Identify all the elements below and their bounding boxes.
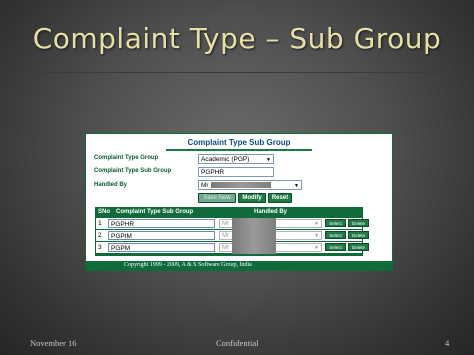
app-panel: Complaint Type Sub Group Complaint Type … — [85, 133, 393, 271]
slide-footer-date: November 16 — [30, 338, 77, 348]
save-new-button[interactable]: Save New — [198, 193, 236, 203]
row-select-button[interactable]: Select — [325, 219, 346, 227]
handled-by-select[interactable]: Mr ▼ — [198, 180, 302, 190]
title-divider — [34, 72, 440, 73]
table-row: 1 PGPHR Mr ▼ Select Delete — [96, 217, 369, 229]
table-row: 3 PGPM Mr ▼ Select Delete — [96, 241, 369, 253]
table-header: SNo Complaint Type Sub Group Handled By — [96, 208, 362, 217]
chevron-down-icon: ▼ — [266, 157, 271, 163]
modify-button[interactable]: Modify — [238, 193, 266, 203]
redacted-name-mask — [232, 218, 276, 254]
complaint-type-sub-group-label: Complaint Type Sub Group — [94, 168, 172, 174]
row-sub-group-input[interactable]: PGPM — [108, 243, 215, 252]
redacted-name-mask — [211, 182, 271, 188]
app-title: Complaint Type Sub Group — [187, 138, 291, 147]
complaint-type-group-label: Complaint Type Group — [94, 155, 159, 161]
chevron-down-icon: ▼ — [314, 233, 319, 239]
complaint-type-group-value: Academic (PGP) — [201, 156, 250, 163]
chevron-down-icon: ▼ — [294, 183, 299, 189]
row-sub-group-input[interactable]: PGPHR — [108, 219, 215, 228]
row-sno: 3 — [98, 244, 102, 251]
header-sub-group: Complaint Type Sub Group — [116, 209, 194, 215]
row-sub-group-input[interactable]: PGPIM — [108, 231, 215, 240]
row-select-button[interactable]: Select — [325, 231, 346, 239]
row-sno: 1 — [98, 220, 102, 227]
header-sno: SNo — [98, 209, 110, 215]
row-delete-button[interactable]: Delete — [348, 231, 369, 239]
row-handled-by-value: Mr — [222, 221, 229, 227]
row-handled-by-value: Mr — [222, 245, 229, 251]
header-handled-by: Handled By — [254, 209, 288, 215]
row-select-button[interactable]: Select — [325, 243, 346, 251]
app-title-underline — [166, 149, 312, 151]
row-delete-button[interactable]: Delete — [348, 243, 369, 251]
slide-title: Complaint Type – Sub Group — [32, 22, 442, 55]
reset-button[interactable]: Reset — [268, 193, 292, 203]
slide-footer-confidential: Confidential — [216, 338, 259, 348]
table-row: 2 PGPIM Mr ▼ Select Delete — [96, 229, 369, 241]
handled-by-value: Mr — [201, 182, 209, 189]
row-delete-button[interactable]: Delete — [348, 219, 369, 227]
complaint-type-group-select[interactable]: Academic (PGP) ▼ — [198, 154, 274, 164]
copyright-bar: Copyright 1999 - 2009, A & S Software Gr… — [86, 261, 392, 270]
sub-group-table: SNo Complaint Type Sub Group Handled By … — [95, 207, 369, 256]
slide-page-number: 4 — [445, 338, 450, 348]
complaint-type-sub-group-value: PGPHR — [201, 169, 225, 176]
row-sno: 2 — [98, 232, 102, 239]
chevron-down-icon: ▼ — [314, 221, 319, 227]
handled-by-label: Handled By — [94, 182, 128, 188]
chevron-down-icon: ▼ — [314, 245, 319, 251]
row-handled-by-value: Mr — [222, 233, 229, 239]
complaint-type-sub-group-input[interactable]: PGPHR — [198, 167, 274, 177]
